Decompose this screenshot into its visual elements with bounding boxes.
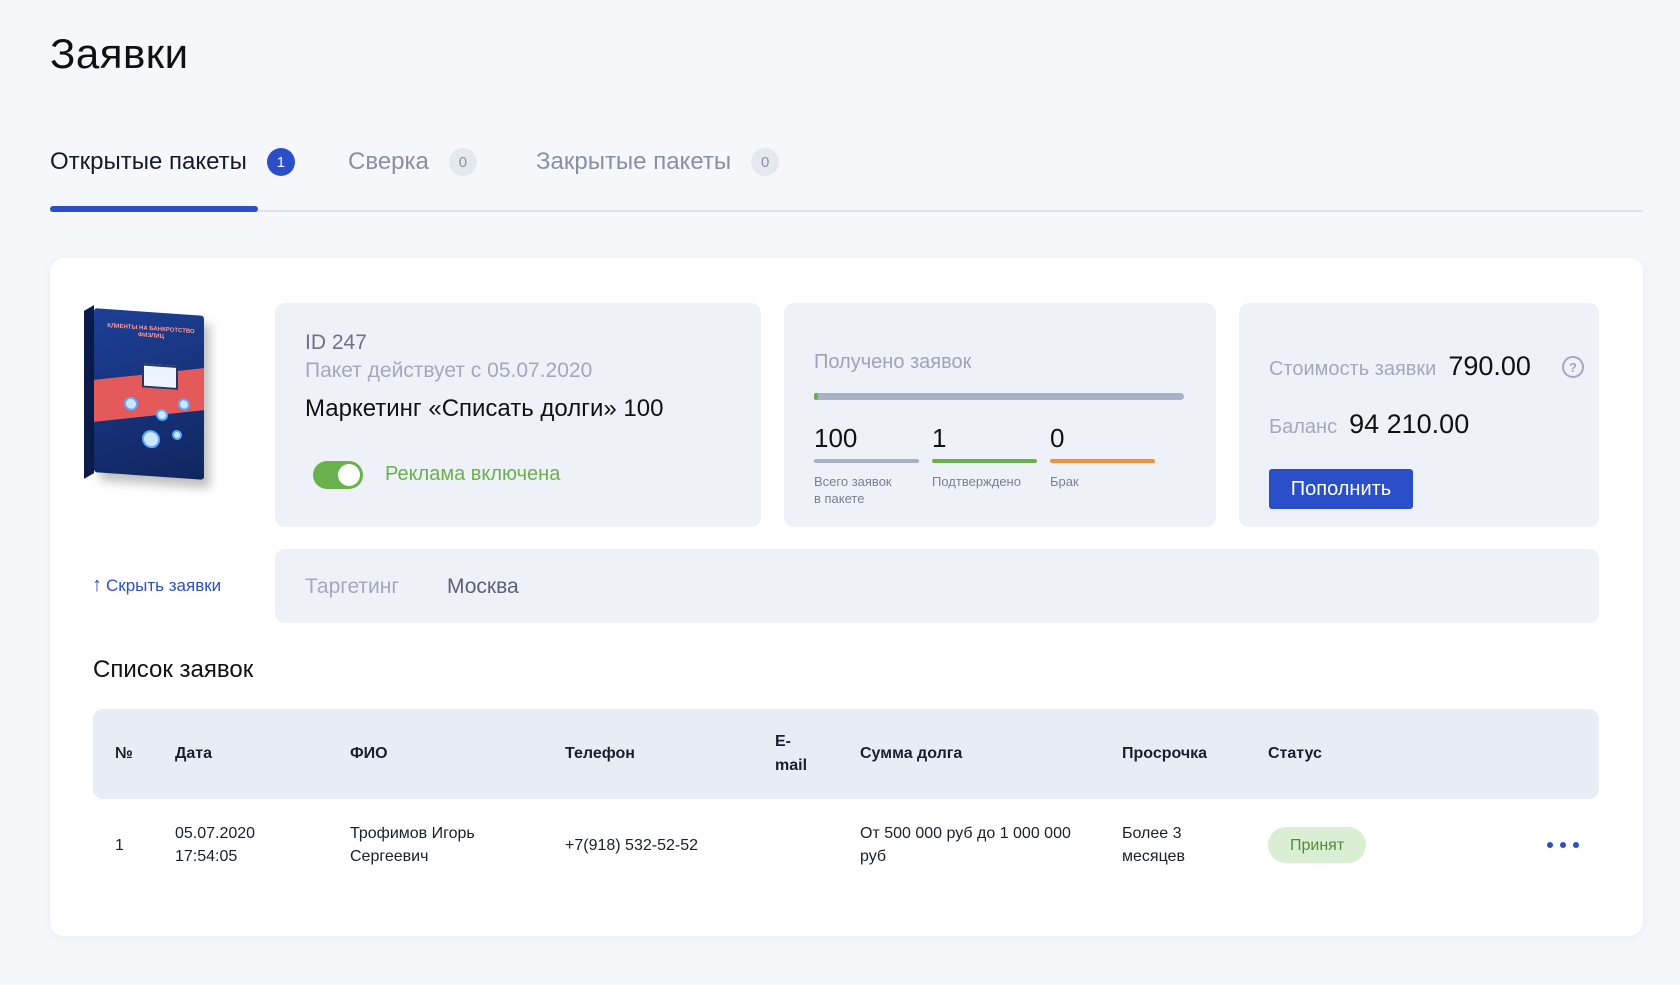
package-active-since: Пакет действует с 05.07.2020 [305, 359, 593, 382]
more-options-icon[interactable] [1547, 831, 1579, 859]
box-avatar [142, 429, 160, 449]
stats-panel: Получено заявок 100 Всего заявок в пакет… [784, 303, 1216, 527]
box-avatar [156, 408, 168, 422]
package-info-panel: ID 247 Пакет действует с 05.07.2020 Марк… [275, 303, 761, 527]
cell-num: 1 [115, 836, 124, 854]
tab-closed-packages[interactable]: Закрытые пакеты 0 [536, 148, 780, 176]
stat-confirmed: 1 Подтверждено [932, 423, 1037, 490]
product-box-image: КЛИЕНТЫ НА БАНКРОТСТВО ФИЗЛИЦ [84, 305, 220, 481]
stat-bar [814, 459, 919, 463]
stat-value: 1 [932, 423, 947, 453]
column-header-name: ФИО [350, 745, 388, 762]
targeting-value: Москва [447, 575, 519, 598]
received-progress-fill [814, 393, 818, 400]
stat-caption: Всего заявок в пакете [814, 474, 892, 506]
stats-title: Получено заявок [814, 351, 972, 373]
targeting-panel: Таргетинг Москва [275, 549, 1599, 623]
dot [1547, 842, 1553, 848]
box-title: КЛИЕНТЫ НА БАНКРОТСТВО ФИЗЛИЦ [107, 323, 195, 341]
dot [1573, 842, 1579, 848]
table-row[interactable]: 1 05.07.2020 17:54:05 Трофимов Игорь Сер… [93, 799, 1599, 891]
tab-open-packages[interactable]: Открытые пакеты 1 [50, 148, 295, 176]
cell-date: 05.07.2020 17:54:05 [175, 825, 256, 865]
column-header-num: № [115, 745, 133, 762]
price-value: 790.00 [1448, 351, 1531, 381]
tabs-bar: Открытые пакеты 1 Сверка 0 Закрытые паке… [50, 140, 1643, 212]
question-circle-icon[interactable]: ? [1562, 356, 1584, 378]
column-header-status: Статус [1268, 745, 1322, 762]
cell-overdue: Более 3 месяцев [1122, 825, 1185, 865]
cell-phone: +7(918) 532-52-52 [565, 836, 698, 854]
tab-label: Открытые пакеты [50, 148, 247, 175]
package-id: ID 247 [305, 331, 367, 354]
active-tab-indicator [50, 206, 258, 212]
column-header-date: Дата [175, 745, 213, 762]
page-title: Заявки [50, 30, 189, 77]
box-screen [142, 363, 178, 391]
price-label: Стоимость заявки [1269, 358, 1437, 380]
stat-value: 100 [814, 423, 858, 453]
package-card: КЛИЕНТЫ НА БАНКРОТСТВО ФИЗЛИЦ ID 247 Пак… [50, 258, 1643, 936]
stat-total: 100 Всего заявок в пакете [814, 423, 919, 507]
targeting-label: Таргетинг [305, 575, 400, 598]
cell-debt: От 500 000 руб до 1 000 000 руб [860, 825, 1071, 865]
box-avatar [124, 396, 138, 412]
tab-label: Закрытые пакеты [536, 148, 732, 175]
cell-name: Трофимов Игорь Сергеевич [350, 825, 475, 865]
tab-label: Сверка [348, 148, 429, 175]
column-header-overdue: Просрочка [1122, 745, 1208, 762]
ads-toggle[interactable] [313, 461, 363, 489]
column-header-debt: Сумма долга [860, 745, 963, 762]
stat-value: 0 [1050, 423, 1065, 453]
dot [1560, 842, 1566, 848]
stat-caption: Подтверждено [932, 474, 1021, 489]
requests-table: № Дата ФИО Телефон E- mail Сумма долга П… [93, 709, 1599, 891]
stat-bar [1050, 459, 1155, 463]
stat-rejected: 0 Брак [1050, 423, 1155, 490]
column-header-phone: Телефон [565, 745, 635, 762]
pricing-panel: Стоимость заявки 790.00 ? Баланс 94 210.… [1239, 303, 1599, 527]
status-badge: Принят [1268, 827, 1367, 863]
package-name: Маркетинг «Списать долги» 100 [305, 395, 664, 422]
arrow-up-icon: ↑ [92, 574, 102, 596]
balance-row: Баланс 94 210.00 [1269, 409, 1469, 440]
hide-requests-link[interactable]: ↑ Скрыть заявки [92, 574, 221, 597]
balance-label: Баланс [1269, 416, 1338, 438]
box-front: КЛИЕНТЫ НА БАНКРОТСТВО ФИЗЛИЦ [94, 308, 204, 480]
cell-status: Принят [1268, 799, 1367, 891]
box-avatar [172, 429, 182, 441]
requests-list-title: Список заявок [93, 656, 254, 683]
column-header-email: E- mail [775, 733, 808, 774]
box-avatar [178, 398, 190, 411]
stat-bar [932, 459, 1037, 463]
box-side [84, 305, 94, 479]
toggle-knob [338, 464, 360, 486]
table-header: № Дата ФИО Телефон E- mail Сумма долга П… [93, 709, 1599, 799]
tab-count-badge: 0 [448, 148, 477, 176]
tab-count-badge: 1 [266, 148, 295, 176]
balance-value: 94 210.00 [1349, 409, 1470, 439]
price-row: Стоимость заявки 790.00 [1269, 351, 1531, 382]
stat-caption: Брак [1050, 474, 1079, 489]
hide-requests-label: Скрыть заявки [106, 575, 222, 595]
ads-toggle-label: Реклама включена [385, 463, 561, 485]
tab-reconciliation[interactable]: Сверка 0 [348, 148, 477, 176]
tab-count-badge: 0 [751, 148, 780, 176]
topup-button[interactable]: Пополнить [1269, 469, 1413, 509]
received-progress-bar [814, 393, 1184, 400]
